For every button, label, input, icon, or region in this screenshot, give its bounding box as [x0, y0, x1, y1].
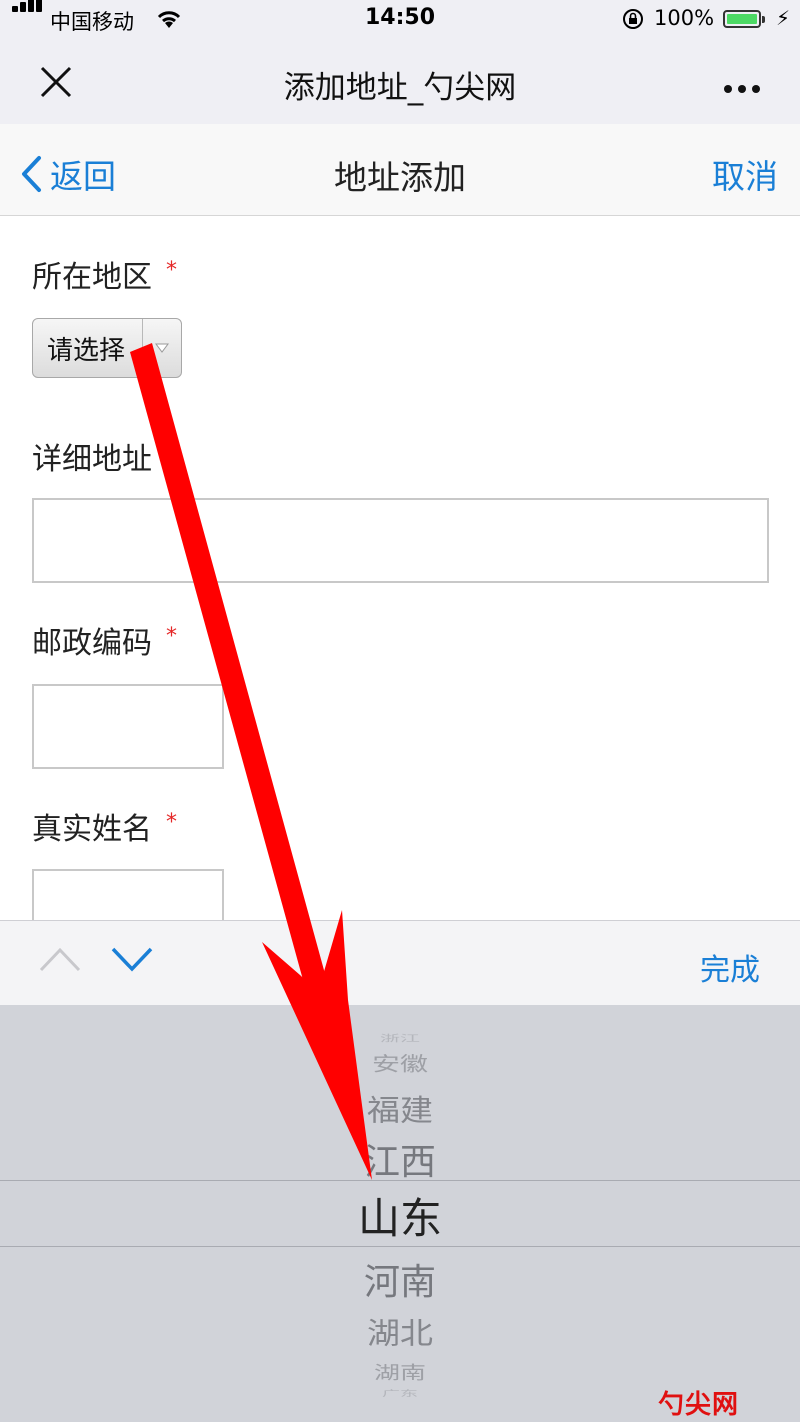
picker-item[interactable]: 浙江	[0, 1031, 800, 1044]
required-mark: *	[166, 440, 177, 465]
more-options-icon[interactable]	[724, 78, 766, 97]
charging-bolt-icon: ⚡	[776, 6, 791, 30]
required-mark: *	[166, 810, 177, 835]
address-label-text: 详细地址	[32, 442, 152, 477]
region-select-value: 请选择	[47, 335, 126, 366]
name-label-text: 真实姓名	[32, 812, 152, 847]
region-label-text: 所在地区	[32, 260, 152, 295]
picker-item[interactable]: 湖北	[0, 1309, 800, 1352]
battery-percentage: 100%	[654, 6, 715, 30]
done-button[interactable]: 完成	[700, 945, 760, 989]
region-label: 所在地区 *	[32, 252, 177, 296]
postcode-label: 邮政编码 *	[32, 618, 177, 662]
status-bar: 中国移动 14:50 100% ⚡	[0, 0, 800, 40]
region-select[interactable]: 请选择	[32, 318, 182, 378]
required-mark: *	[166, 624, 177, 649]
page-nav-bar: 返回 地址添加 取消	[0, 124, 800, 216]
page-title: 地址添加	[334, 158, 466, 197]
address-input[interactable]	[32, 498, 769, 583]
postcode-label-text: 邮政编码	[32, 626, 152, 661]
rotation-lock-icon	[623, 9, 643, 29]
keyboard-accessory-bar: 完成	[0, 920, 800, 1005]
required-mark: *	[166, 258, 177, 283]
picker-item[interactable]: 湖南	[0, 1359, 800, 1385]
postcode-input[interactable]	[32, 684, 224, 769]
province-picker[interactable]: 浙江 安徽 福建 江西 山东 河南 湖北 湖南 广东	[0, 1005, 800, 1422]
dropdown-arrow-icon	[142, 319, 181, 377]
picker-item[interactable]: 河南	[0, 1253, 800, 1305]
battery-icon	[723, 10, 761, 28]
picker-item[interactable]: 江西	[0, 1133, 800, 1185]
chevron-up-icon[interactable]	[38, 945, 82, 973]
picker-item[interactable]: 安徽	[0, 1049, 800, 1077]
watermark-logo: 勺尖网	[658, 1390, 740, 1420]
picker-item[interactable]: 福建	[0, 1086, 800, 1129]
address-label: 详细地址 *	[32, 434, 177, 478]
picker-item-selected[interactable]: 山东	[0, 1185, 800, 1246]
webview-title: 添加地址_勺尖网	[283, 70, 517, 106]
picker-selection-bottom-line	[0, 1246, 800, 1247]
battery-tip	[762, 16, 765, 23]
cancel-button[interactable]: 取消	[712, 150, 778, 198]
name-label: 真实姓名 *	[32, 804, 177, 848]
wechat-title-bar: 添加地址_勺尖网	[0, 40, 800, 124]
chevron-down-icon[interactable]	[110, 945, 154, 973]
